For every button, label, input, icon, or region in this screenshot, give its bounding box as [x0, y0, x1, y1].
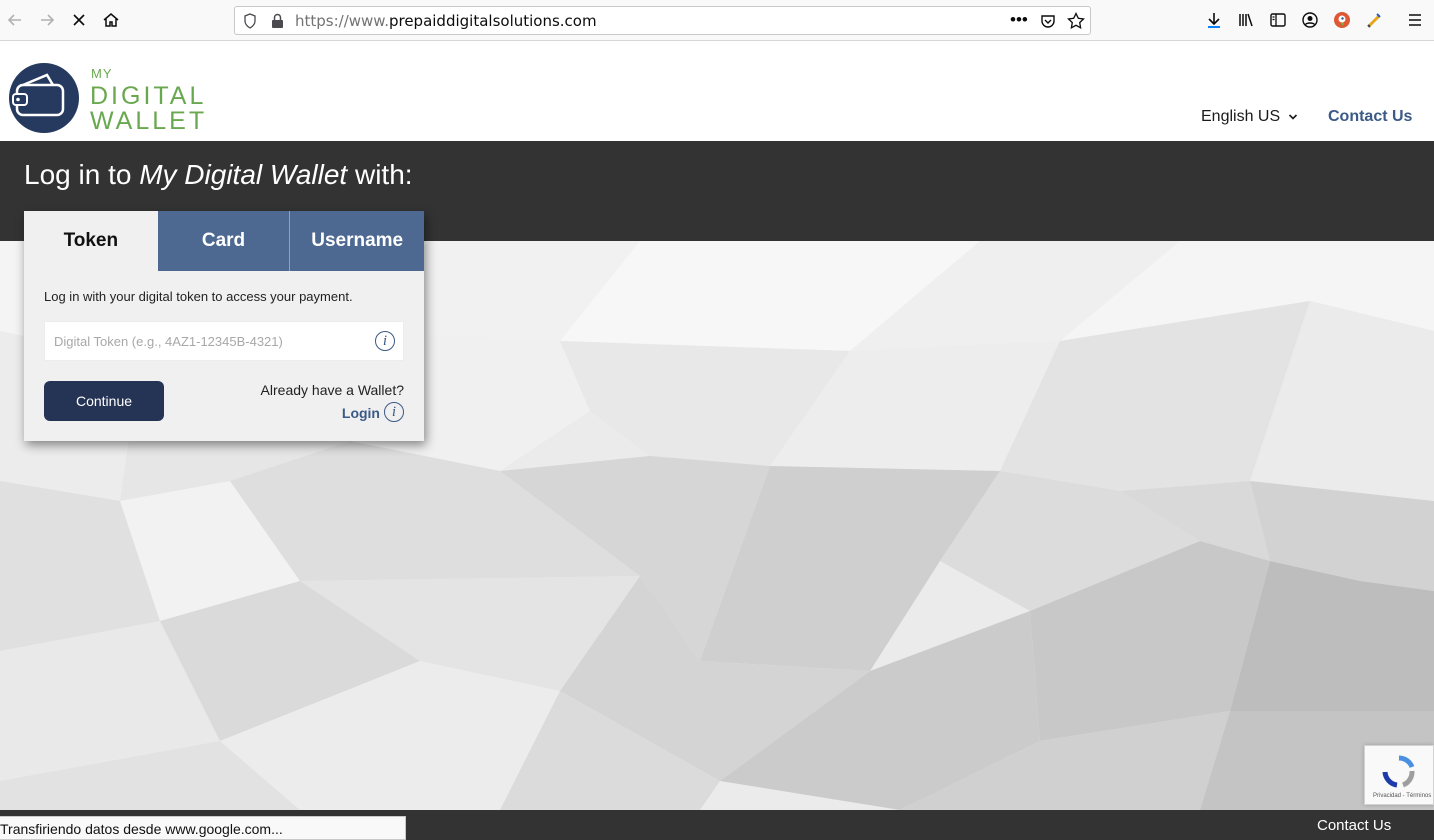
account-icon[interactable]	[1300, 10, 1320, 30]
login-card: Token Card Username Log in with your dig…	[24, 211, 425, 441]
footer-contact-us-link[interactable]: Contact Us	[1317, 817, 1391, 834]
url-text: https://www.prepaiddigitalsolutions.com	[295, 12, 597, 30]
already-have-wallet-text: Already have a Wallet?	[260, 382, 404, 398]
more-actions-icon[interactable]: •••	[1010, 10, 1028, 30]
back-icon[interactable]	[3, 8, 27, 32]
download-icon[interactable]	[1204, 10, 1224, 30]
title-prefix: Log in to	[24, 159, 140, 190]
language-label: English US	[1201, 108, 1281, 125]
recaptcha-links: Privacidad - Términos	[1373, 793, 1432, 799]
forward-icon[interactable]	[35, 8, 59, 32]
duckduckgo-icon[interactable]	[1332, 10, 1352, 30]
continue-button[interactable]: Continue	[44, 381, 164, 421]
page-title: Log in to My Digital Wallet with:	[24, 159, 413, 191]
home-icon[interactable]	[99, 8, 123, 32]
url-bar[interactable]: https://www.prepaiddigitalsolutions.com …	[234, 6, 1091, 35]
browser-status-text: Transfiriendo datos desde www.google.com…	[0, 816, 406, 840]
lock-icon[interactable]	[271, 13, 284, 34]
token-field: i	[44, 321, 404, 361]
recaptcha-privacy[interactable]: Privacidad	[1373, 793, 1401, 799]
tab-token[interactable]: Token	[24, 211, 158, 271]
bookmark-star-icon[interactable]	[1067, 11, 1085, 35]
logo-text-wallet: WALLET	[90, 107, 208, 135]
info-icon[interactable]: i	[375, 331, 395, 351]
wallet-logo-icon[interactable]	[9, 63, 79, 133]
menu-icon[interactable]	[1405, 10, 1425, 30]
login-tabs: Token Card Username	[24, 211, 425, 271]
shield-icon[interactable]	[243, 13, 257, 34]
recaptcha-icon	[1379, 754, 1419, 795]
tab-username[interactable]: Username	[290, 211, 425, 271]
sidebar-icon[interactable]	[1268, 10, 1288, 30]
login-link[interactable]: Login	[342, 405, 380, 421]
extension-icon[interactable]	[1364, 10, 1384, 30]
language-selector[interactable]: English US	[1201, 108, 1298, 126]
login-description: Log in with your digital token to access…	[44, 289, 353, 304]
recaptcha-terms[interactable]: Términos	[1406, 793, 1431, 799]
pocket-icon[interactable]	[1040, 13, 1056, 34]
title-suffix: with:	[347, 159, 413, 190]
site-header: MY DIGITAL WALLET English US Contact Us	[0, 41, 1434, 141]
login-info-icon[interactable]: i	[384, 402, 404, 422]
tab-card[interactable]: Card	[157, 211, 291, 271]
url-prefix: https://www.	[295, 12, 389, 30]
title-brand: My Digital Wallet	[139, 159, 348, 190]
library-icon[interactable]	[1236, 10, 1256, 30]
chevron-down-icon	[1288, 108, 1298, 126]
logo-text-my: MY	[91, 66, 113, 81]
stop-icon[interactable]	[67, 8, 91, 32]
url-host: prepaiddigitalsolutions.com	[388, 12, 597, 30]
browser-toolbar: https://www.prepaiddigitalsolutions.com …	[0, 0, 1434, 41]
recaptcha-badge[interactable]: Privacidad - Términos	[1364, 745, 1434, 805]
token-input[interactable]	[45, 322, 365, 360]
contact-us-link[interactable]: Contact Us	[1328, 108, 1412, 126]
